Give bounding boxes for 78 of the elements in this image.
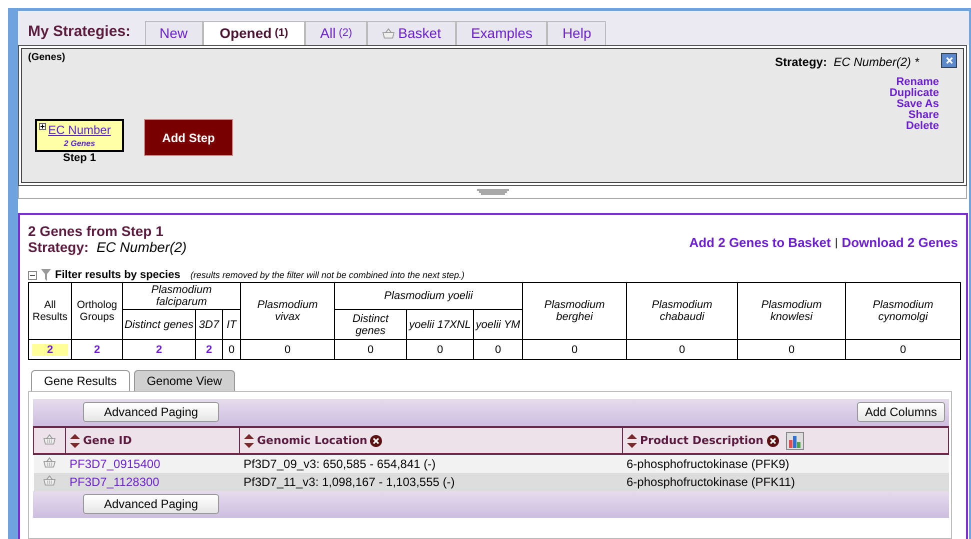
table-cell: 6-phosphofructokinase (PFK9) [626,457,790,471]
count-value: 0 [898,344,908,356]
expand-icon[interactable] [39,123,46,130]
column-header: Distinct genes [124,318,194,330]
strategy-name: Strategy: EC Number(2) * [774,55,919,69]
page-title: My Strategies: [28,23,132,42]
column-header: Plasmodium knowlesi [761,299,822,323]
column-header: Plasmodium vivax [257,299,318,323]
strategy-tab[interactable]: Basket [367,21,456,45]
add-columns-button[interactable]: Add Columns [856,402,945,422]
strategy-action-link[interactable]: Delete [906,121,939,132]
step-label: Step 1 [62,152,96,164]
view-tab[interactable]: Genome View [134,370,235,391]
column-header: yoelii 17XNL [409,318,471,330]
count-value: 0 [678,344,686,356]
results-action-link[interactable]: Download 2 Genes [842,235,958,250]
count-value: 0 [366,344,375,356]
close-icon[interactable] [941,53,957,68]
type-label: (Genes) [28,52,66,63]
remove-column-icon[interactable] [370,434,382,446]
sort-icon[interactable] [244,434,254,448]
strategy-tab[interactable]: All (2) [305,21,368,45]
remove-column-icon[interactable] [766,434,779,446]
column-header: Ortholog Groups [76,299,118,323]
count-value: 0 [283,344,292,356]
results-title: 2 Genes from Step 1 [28,223,164,239]
bar-chart-icon[interactable] [786,432,804,450]
table-cell: 6-phosphofructokinase (PFK11) [626,475,796,489]
add-step-button[interactable]: Add Step [144,119,233,156]
filter-note: (results removed by the filter will not be combined into the next step.) [190,270,464,280]
step-box[interactable]: EC Number 2 Genes [35,119,124,152]
strategy-action-link[interactable]: Duplicate [889,88,939,99]
results-action-link[interactable]: Add 2 Genes to Basket [689,235,831,250]
count-link[interactable]: 2 [32,344,68,356]
filter-title: Filter results by species [55,269,180,281]
strategy-name: Strategy: EC Number(2) [28,239,187,255]
link-separator: | [834,236,838,248]
basket-icon [382,28,396,38]
step-name-link[interactable]: EC Number [48,123,111,137]
step-count: 2 Genes [64,139,96,148]
column-header: Plasmodium falciparum [151,284,212,308]
table-cell: Pf3D7_09_v3: 650,585 - 654,841 (-) [244,457,436,471]
strategy-tab[interactable]: Examples [456,21,548,45]
count-value: 0 [787,344,796,356]
column-header: All Results [32,299,68,323]
column-header: Plasmodium berghei [544,299,605,323]
column-header: 3D7 [198,318,220,330]
count-value: 0 [570,344,579,356]
gene-id-link[interactable]: PF3D7_0915400 [70,457,160,471]
column-header: Plasmodium yoelii [384,290,473,302]
basket-icon[interactable] [43,457,56,468]
filter-icon [41,269,51,281]
strategy-action-link[interactable]: Rename [896,77,939,88]
table-cell: Pf3D7_11_v3: 1,098,167 - 1,103,555 (-) [244,475,455,489]
column-header[interactable]: Genomic Location [240,427,622,454]
column-header[interactable]: Product Description [622,427,948,454]
count-value: 0 [494,344,502,356]
strategy-tab[interactable]: Opened (1) [202,21,306,45]
strategy-tab[interactable]: New [144,21,203,45]
advanced-paging-button[interactable]: Advanced Paging [83,494,220,514]
count-value: 0 [227,344,236,356]
column-header: yoelii YM [476,318,520,330]
column-header: Plasmodium cynomolgi [872,299,934,323]
gene-id-link[interactable]: PF3D7_1128300 [70,475,160,489]
column-header[interactable]: Gene ID [66,427,240,454]
strategy-tab[interactable]: Help [547,21,606,45]
sort-icon[interactable] [70,434,80,448]
strategy-action-link[interactable]: Save As [896,99,939,110]
strategy-action-link[interactable]: Share [908,110,939,121]
column-header: IT [226,318,236,330]
count-value: 0 [436,344,444,356]
advanced-paging-button[interactable]: Advanced Paging [83,402,220,422]
sort-icon[interactable] [627,434,637,448]
column-header: Plasmodium chabaudi [652,299,712,323]
view-tab[interactable]: Gene Results [31,370,130,391]
resize-handle-icon[interactable] [476,189,508,195]
collapse-icon[interactable] [28,270,37,280]
column-header: Distinct genes [352,312,389,336]
